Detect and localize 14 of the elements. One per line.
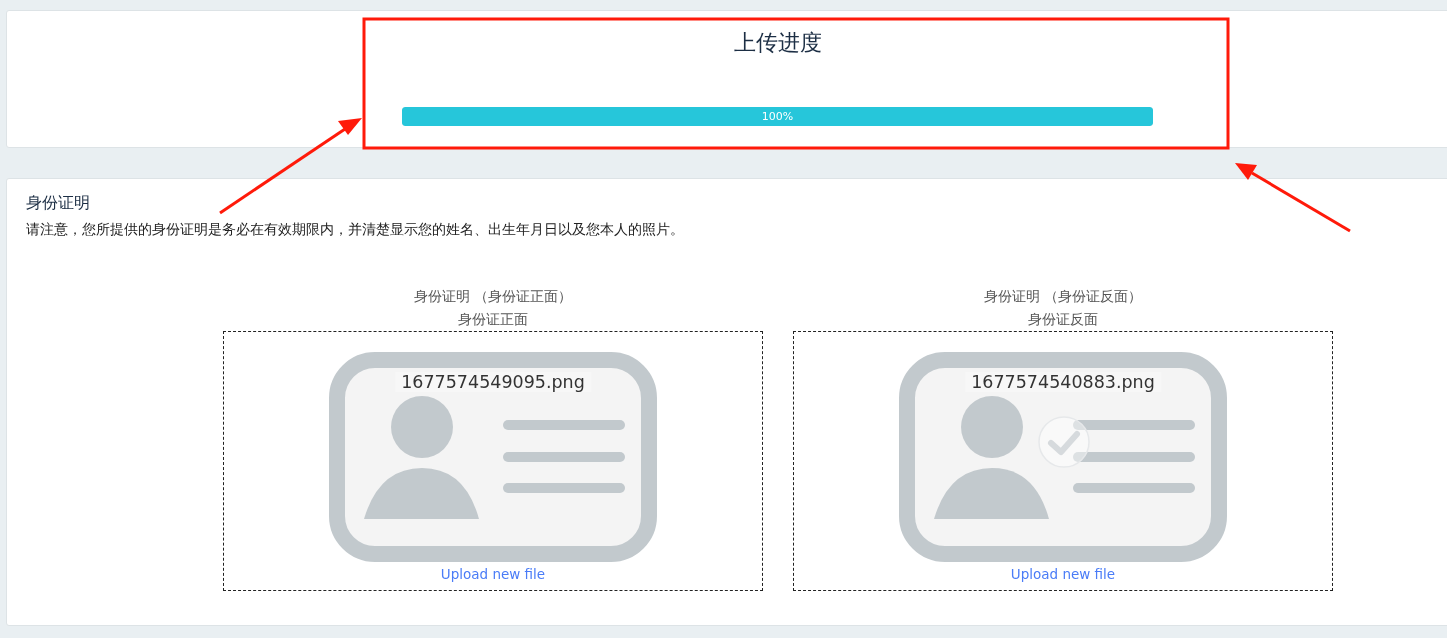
upload-link[interactable]: Upload new file [440, 566, 546, 582]
upload-drop-zone[interactable]: 1677574540883.png Upload new file [793, 331, 1333, 591]
upload-heading: 身份证明 （身份证正面） [413, 287, 573, 306]
upload-subheading: 身份证正面 [458, 310, 528, 329]
upload-heading: 身份证明 （身份证反面） [983, 287, 1143, 306]
upload-subheading: 身份证反面 [1028, 310, 1098, 329]
section-title: 身份证明 [26, 193, 91, 214]
id-card-icon [329, 352, 657, 562]
notice-text: 请注意，您所提供的身份证明是务必在有效期限内，并清楚显示您的姓名、出生年月日以及您本人的照片。 [26, 221, 685, 239]
progress-title: 上传进度 [732, 29, 823, 57]
upload-drop-zone[interactable]: 1677574549095.png Upload new file [223, 331, 763, 591]
progress-percent: 100% [761, 110, 794, 123]
upload-link[interactable]: Upload new file [1010, 566, 1116, 582]
id-card-icon [899, 352, 1227, 562]
